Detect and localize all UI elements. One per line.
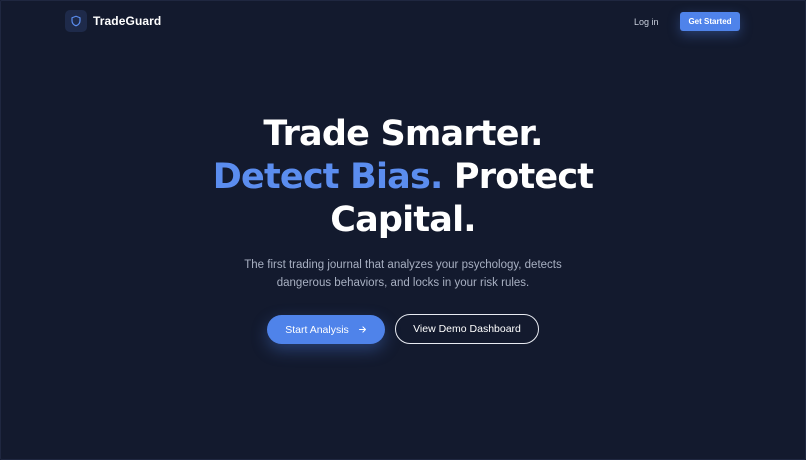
hero-subtitle-line1: The first trading journal that analyzes …: [244, 259, 562, 271]
brand-name: TradeGuard: [93, 14, 162, 28]
get-started-button[interactable]: Get Started: [680, 12, 740, 31]
view-demo-dashboard-button[interactable]: View Demo Dashboard: [395, 314, 539, 344]
brand-link[interactable]: TradeGuard: [65, 10, 161, 32]
start-analysis-button[interactable]: Start Analysis: [267, 315, 385, 344]
hero-title-line3: Capital.: [330, 200, 476, 240]
hero-title: Trade Smarter. Detect Bias. Protect Capi…: [0, 113, 806, 242]
hero-title-accent: Detect Bias.: [212, 157, 444, 197]
start-analysis-label: Start Analysis: [285, 323, 349, 336]
shield-icon: [65, 10, 87, 32]
hero-subtitle-line2: dangerous behaviors, and locks in your r…: [276, 276, 530, 289]
arrow-right-icon: [358, 325, 367, 334]
login-link[interactable]: Log in: [634, 14, 659, 30]
hero-title-rest: Protect: [453, 157, 594, 197]
hero-title-line1: Trade Smarter.: [263, 114, 543, 154]
hero-subtitle: The first trading journal that analyzes …: [0, 257, 806, 292]
